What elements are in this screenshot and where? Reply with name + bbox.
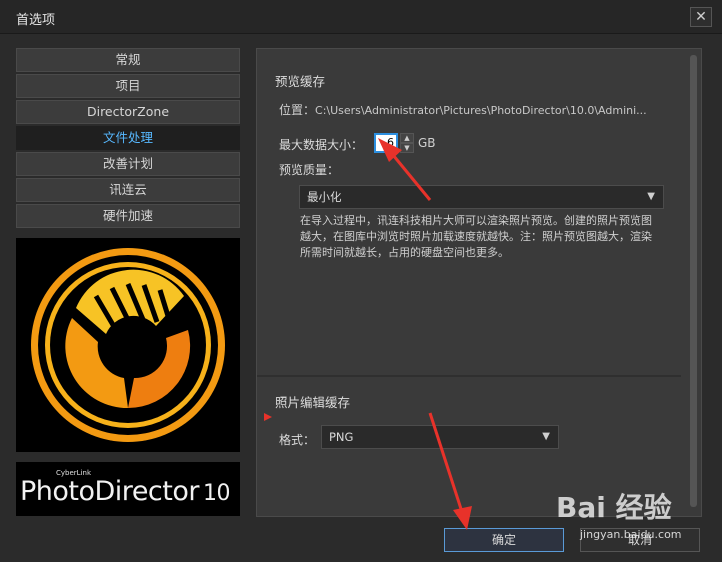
quality-label: 预览质量： [279, 163, 340, 177]
format-select[interactable]: PNG ▼ [321, 425, 559, 449]
spin-up-icon[interactable]: ▲ [400, 133, 414, 143]
preview-quality-select[interactable]: 最小化 ▼ [299, 185, 664, 209]
product-version: 10 [202, 481, 231, 506]
photodirector-logo-icon [31, 248, 225, 442]
sidebar-item-cyberlink-cloud[interactable]: 讯连云 [16, 178, 240, 202]
sidebar-item-project[interactable]: 项目 [16, 74, 240, 98]
spin-down-icon[interactable]: ▼ [400, 143, 414, 153]
close-icon[interactable]: ✕ [690, 7, 712, 27]
window-title: 首选项 [16, 13, 56, 28]
preview-cache-heading: 预览缓存 [275, 74, 326, 89]
sidebar-item-directorzone[interactable]: DirectorZone [16, 100, 240, 124]
panel-scrollbar[interactable] [690, 55, 697, 507]
max-size-input[interactable]: 6 [374, 133, 398, 153]
cache-location: 位置：C:\Users\Administrator\Pictures\Photo… [279, 101, 647, 118]
max-size-unit: GB [418, 136, 436, 150]
product-logo [16, 238, 240, 452]
location-label: 位置： [279, 103, 316, 117]
preview-description: 在导入过程中，讯连科技相片大师可以渲染照片预览。创建的照片预览图越大，在图库中浏… [300, 214, 652, 259]
ok-button[interactable]: 确定 [444, 528, 564, 552]
format-value: PNG [329, 430, 354, 444]
sidebar-item-hardware-acceleration[interactable]: 硬件加速 [16, 204, 240, 228]
format-label: 格式： [279, 433, 316, 447]
product-name: PhotoDirector 10 [20, 476, 230, 507]
brand-banner: CyberLink PhotoDirector 10 [16, 462, 240, 516]
max-size-stepper[interactable]: ▲ ▼ [400, 133, 414, 154]
title-bar: 首选项 ✕ [0, 0, 722, 34]
cancel-button[interactable]: 取消 [580, 528, 700, 552]
sidebar: 常规 项目 DirectorZone 文件处理 改善计划 讯连云 硬件加速 [16, 48, 240, 230]
chevron-down-icon: ▼ [542, 431, 550, 442]
location-value: C:\Users\Administrator\Pictures\PhotoDir… [315, 104, 647, 117]
edit-cache-heading: 照片编辑缓存 [275, 395, 351, 410]
preview-quality-value: 最小化 [307, 190, 342, 204]
settings-panel: 预览缓存 位置：C:\Users\Administrator\Pictures\… [256, 48, 702, 517]
sidebar-item-improvement-program[interactable]: 改善计划 [16, 152, 240, 176]
annotation-marker [264, 413, 272, 421]
sidebar-item-general[interactable]: 常规 [16, 48, 240, 72]
chevron-down-icon: ▼ [647, 191, 655, 202]
section-divider [257, 375, 681, 377]
max-size-label: 最大数据大小： [279, 138, 364, 152]
sidebar-item-file-handling[interactable]: 文件处理 [16, 126, 240, 150]
